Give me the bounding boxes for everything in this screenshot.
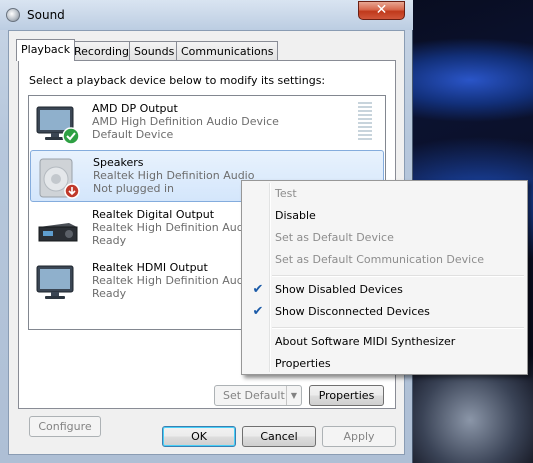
tab-recording[interactable]: Recording xyxy=(69,41,135,60)
properties-button[interactable]: Properties xyxy=(309,385,384,406)
menu-item-show-disconnected-devices[interactable]: ✔ Show Disconnected Devices xyxy=(244,301,525,323)
device-status: Ready xyxy=(92,287,127,300)
device-name: Realtek HDMI Output xyxy=(92,261,208,274)
tab-playback[interactable]: Playback xyxy=(16,39,76,61)
apply-button[interactable]: Apply xyxy=(322,426,396,447)
set-default-button[interactable]: Set Default ▼ xyxy=(214,385,302,406)
dropdown-arrow-icon[interactable]: ▼ xyxy=(286,386,301,405)
device-driver: Realtek High Definition Audio xyxy=(92,274,254,287)
tab-communications[interactable]: Communications xyxy=(176,41,279,60)
menu-item-label: Properties xyxy=(275,357,331,370)
menu-item-label: Show Disabled Devices xyxy=(275,283,403,296)
menu-item-test[interactable]: Test xyxy=(244,183,525,205)
check-icon: ✔ xyxy=(252,304,264,319)
menu-item-set-default-communication-device[interactable]: Set as Default Communication Device xyxy=(244,249,525,271)
menu-item-show-disabled-devices[interactable]: ✔ Show Disabled Devices xyxy=(244,279,525,301)
menu-item-label: About Software MIDI Synthesizer xyxy=(275,335,456,348)
set-default-label: Set Default xyxy=(223,389,285,402)
device-status: Ready xyxy=(92,234,127,247)
menu-item-label: Set as Default Communication Device xyxy=(275,253,485,266)
menu-separator xyxy=(272,275,524,277)
menu-item-about-midi-synth[interactable]: About Software MIDI Synthesizer xyxy=(244,331,525,353)
menu-separator xyxy=(272,327,524,329)
device-name: AMD DP Output xyxy=(92,102,178,115)
ok-button[interactable]: OK xyxy=(162,426,236,447)
menu-item-label: Disable xyxy=(275,209,316,222)
device-driver: Realtek High Definition Audio xyxy=(92,221,254,234)
monitor-icon xyxy=(36,106,80,145)
device-status: Not plugged in xyxy=(93,182,175,195)
monitor-icon xyxy=(36,265,74,299)
window-title: Sound xyxy=(27,8,65,22)
speaker-icon xyxy=(39,158,80,199)
device-name: Realtek Digital Output xyxy=(92,208,215,221)
tab-sounds[interactable]: Sounds xyxy=(129,41,180,60)
menu-item-label: Set as Default Device xyxy=(275,231,394,244)
close-button[interactable]: ✕ xyxy=(358,1,405,20)
menu-item-disable[interactable]: Disable xyxy=(244,205,525,227)
volume-meter xyxy=(358,102,372,142)
device-driver: Realtek High Definition Audio xyxy=(93,169,255,182)
speaker-app-icon xyxy=(6,8,20,22)
default-check-icon xyxy=(62,127,80,145)
menu-item-properties[interactable]: Properties xyxy=(244,353,525,375)
menu-item-label: Test xyxy=(275,187,297,200)
check-icon: ✔ xyxy=(252,282,264,297)
device-item-amd-dp-output[interactable]: AMD DP Output AMD High Definition Audio … xyxy=(30,97,384,149)
instruction-text: Select a playback device below to modify… xyxy=(29,74,326,87)
context-menu: Test Disable Set as Default Device Set a… xyxy=(241,180,528,375)
device-status: Default Device xyxy=(92,128,174,141)
configure-button[interactable]: Configure xyxy=(29,416,101,437)
menu-item-set-default-device[interactable]: Set as Default Device xyxy=(244,227,525,249)
device-name: Speakers xyxy=(93,156,144,169)
menu-item-label: Show Disconnected Devices xyxy=(275,305,430,318)
device-driver: AMD High Definition Audio Device xyxy=(92,115,279,128)
cancel-button[interactable]: Cancel xyxy=(242,426,316,447)
receiver-icon xyxy=(38,223,78,242)
title-bar[interactable]: Sound ✕ xyxy=(0,0,413,30)
